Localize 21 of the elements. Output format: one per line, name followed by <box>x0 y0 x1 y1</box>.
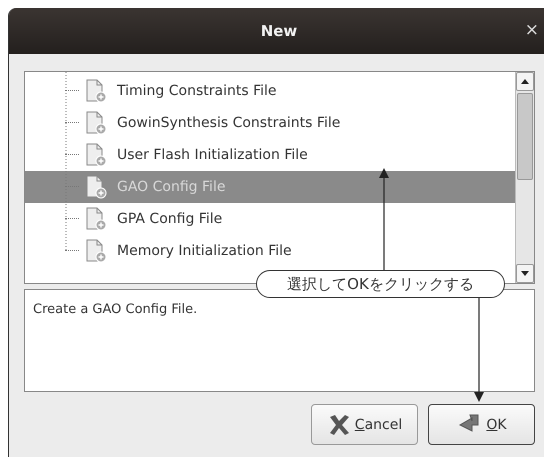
file-add-icon <box>85 111 107 135</box>
close-button[interactable]: × <box>520 20 543 40</box>
description-text: Create a GAO Config File. <box>33 302 198 317</box>
file-type-item[interactable]: GPA Config File <box>25 203 515 235</box>
file-type-item[interactable]: Timing Constraints File <box>25 75 515 107</box>
scroll-thumb[interactable] <box>517 93 533 180</box>
window-title: New <box>260 22 298 40</box>
callout-label: 選択してOKをクリックする <box>256 270 505 298</box>
cancel-button[interactable]: Cancel <box>311 404 418 445</box>
scrollbar[interactable] <box>515 72 534 283</box>
file-add-icon <box>85 207 107 231</box>
ok-button[interactable]: OK <box>428 404 535 445</box>
file-add-icon <box>85 79 107 103</box>
file-add-icon <box>85 175 107 199</box>
file-add-icon <box>85 239 107 263</box>
file-type-item[interactable]: GowinSynthesis Constraints File <box>25 107 515 139</box>
file-add-icon <box>85 143 107 167</box>
file-type-item[interactable]: Memory Initialization File <box>25 235 515 267</box>
file-type-item[interactable]: User Flash Initialization File <box>25 139 515 171</box>
scroll-down-icon[interactable] <box>521 271 529 276</box>
scroll-up-icon[interactable] <box>521 79 529 84</box>
